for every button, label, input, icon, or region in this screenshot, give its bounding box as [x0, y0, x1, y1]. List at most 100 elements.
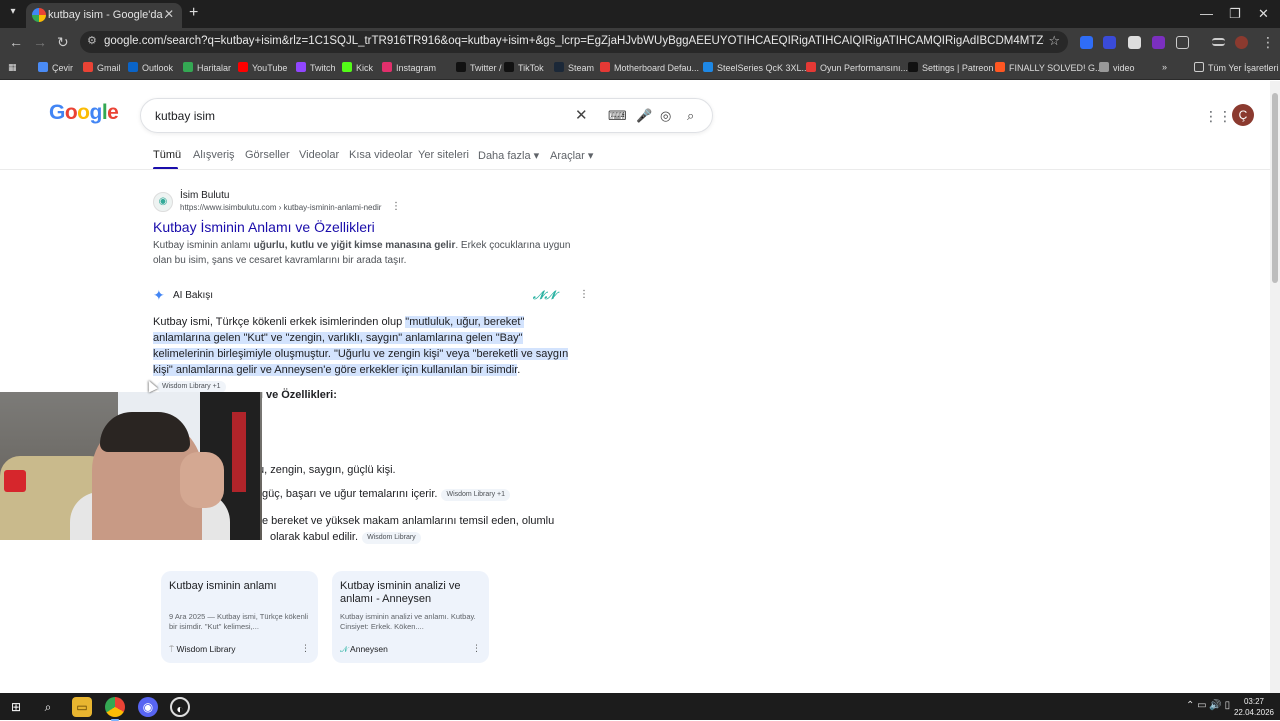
- bookmark-label: FINALLY SOLVED! G...: [1009, 63, 1103, 73]
- bookmark-item[interactable]: Twitter / X: [456, 62, 510, 73]
- extension-icon[interactable]: [1128, 36, 1141, 49]
- file-explorer-icon[interactable]: ▭: [72, 697, 92, 717]
- bookmark-item[interactable]: Outlook: [128, 62, 173, 73]
- search-input[interactable]: kutbay isim: [155, 109, 215, 123]
- bookmark-item[interactable]: Twitch: [296, 62, 336, 73]
- bookmark-favicon-icon: [382, 62, 392, 72]
- bookmark-label: Oyun Performansını...: [820, 63, 909, 73]
- ai-more-icon[interactable]: ⋮: [579, 289, 589, 300]
- bookmark-item[interactable]: Oyun Performansını...: [806, 62, 908, 73]
- ai-overview-text: Kutbay ismi, Türkçe kökenli erkek isimle…: [153, 314, 583, 394]
- lens-icon[interactable]: ◎: [660, 108, 671, 124]
- bookmark-label: Steam: [568, 63, 595, 73]
- bookmark-item[interactable]: Çevir: [38, 62, 73, 73]
- more-bookmarks-icon[interactable]: »: [1162, 62, 1167, 72]
- card-source-label: Anneysen: [350, 644, 388, 654]
- start-windows-icon[interactable]: ⊞: [6, 697, 26, 717]
- bookmark-favicon-icon: [908, 62, 918, 72]
- tab-images[interactable]: Görseller: [245, 149, 290, 161]
- new-tab-button[interactable]: +: [189, 4, 198, 22]
- bookmark-favicon-icon: [83, 62, 93, 72]
- address-bar[interactable]: ⚙ google.com/search?q=kutbay+isim&rlz=1C…: [80, 31, 1068, 53]
- bookmark-label: YouTube: [252, 63, 288, 73]
- source-chip[interactable]: Wisdom Library: [362, 532, 421, 544]
- search-box[interactable]: kutbay isim ✕ ⌨ 🎤 ◎ ⌕: [140, 98, 713, 133]
- bookmark-item[interactable]: Motherboard Defau...: [600, 62, 699, 73]
- restore-button[interactable]: ❐: [1229, 6, 1241, 22]
- bookmark-item[interactable]: FINALLY SOLVED! G...: [995, 62, 1103, 73]
- card-snippet: Kutbay isminin analizi ve anlamı. Kutbay…: [340, 612, 476, 631]
- menu-kebab-icon[interactable]: ⋮: [1261, 34, 1275, 51]
- site-name[interactable]: İsim Bulutu: [180, 190, 229, 201]
- card-source-label: Wisdom Library: [176, 644, 236, 654]
- page-scrollbar[interactable]: [1270, 81, 1280, 693]
- bookmark-star-icon[interactable]: ☆: [1048, 33, 1060, 49]
- bookmark-item[interactable]: Kick: [342, 62, 373, 73]
- all-bookmarks-folder[interactable]: Tüm Yer İşaretleri: [1194, 62, 1279, 73]
- site-url[interactable]: https://www.isimbulutu.com › kutbay-ismi…: [180, 203, 381, 212]
- search-icon[interactable]: ⌕: [38, 697, 58, 717]
- extensions-puzzle-icon[interactable]: [1176, 36, 1189, 49]
- minimize-button[interactable]: —: [1200, 6, 1213, 21]
- tab-shopping[interactable]: Alışveriş: [193, 149, 235, 161]
- discord-icon[interactable]: ◉: [138, 697, 158, 717]
- tab-short-videos[interactable]: Kısa videolar: [349, 149, 413, 161]
- bookmark-item[interactable]: video: [1099, 62, 1135, 73]
- bookmark-favicon-icon: [1099, 62, 1109, 72]
- source-chip[interactable]: Wisdom Library +1: [441, 489, 511, 501]
- clock-time: 03:27: [1243, 697, 1265, 706]
- tab-web[interactable]: Yer siteleri: [418, 149, 469, 161]
- card-more-icon[interactable]: ⋮: [301, 643, 310, 654]
- obs-icon[interactable]: ◐: [170, 697, 190, 717]
- extension-icon[interactable]: [1152, 36, 1165, 49]
- close-window-button[interactable]: ✕: [1258, 6, 1269, 22]
- apps-grid-icon[interactable]: ▦: [8, 62, 17, 73]
- bookmark-item[interactable]: Settings | Patreon: [908, 62, 993, 73]
- ai-sources-icon[interactable]: 𝒩𝒩: [533, 288, 556, 303]
- result-more-icon[interactable]: ⋮: [391, 201, 401, 212]
- bookmark-item[interactable]: YouTube: [238, 62, 287, 73]
- all-bookmarks-label: Tüm Yer İşaretleri: [1208, 63, 1279, 73]
- taskbar-clock[interactable]: 03:27 22.04.2026: [1232, 696, 1276, 718]
- bookmark-favicon-icon: [342, 62, 352, 72]
- extension-icon[interactable]: [1080, 36, 1093, 49]
- result-title-link[interactable]: Kutbay İsminin Anlamı ve Özellikleri: [153, 219, 375, 235]
- browser-toolbar: ← → ↻ ⚙ google.com/search?q=kutbay+isim&…: [0, 28, 1280, 56]
- bookmark-item[interactable]: TikTok: [504, 62, 544, 73]
- media-control-icon[interactable]: [1212, 38, 1225, 46]
- site-info-icon[interactable]: ⚙: [87, 34, 97, 47]
- close-tab-icon[interactable]: ✕: [164, 7, 174, 21]
- forward-button[interactable]: →: [33, 34, 47, 50]
- scrollbar-thumb[interactable]: [1272, 93, 1278, 283]
- tab-list-button[interactable]: ▾: [6, 6, 20, 20]
- voice-search-icon[interactable]: 🎤: [636, 108, 652, 124]
- browser-tab[interactable]: kutbay isim - Google'da Ara ✕: [26, 3, 182, 28]
- reload-button[interactable]: ↻: [57, 34, 69, 51]
- card-more-icon[interactable]: ⋮: [472, 643, 481, 654]
- bookmark-item[interactable]: Steam: [554, 62, 594, 73]
- keyboard-icon[interactable]: ⌨: [608, 108, 627, 124]
- google-logo[interactable]: Google: [49, 101, 119, 125]
- system-tray[interactable]: ⌃ ▭ 🔊 ▯: [1186, 700, 1230, 711]
- tab-title: kutbay isim - Google'da Ara: [48, 9, 166, 21]
- source-card[interactable]: Kutbay isminin analizi ve anlamı - Anney…: [332, 571, 489, 663]
- account-avatar[interactable]: Ç: [1232, 104, 1254, 126]
- profile-avatar-icon[interactable]: [1235, 36, 1248, 49]
- tab-videos[interactable]: Videolar: [299, 149, 339, 161]
- bookmark-item[interactable]: Haritalar: [183, 62, 231, 73]
- tab-all[interactable]: Tümü: [153, 149, 181, 161]
- ai-line-text: olarak kabul edilir.: [270, 531, 359, 543]
- bookmark-item[interactable]: Gmail: [83, 62, 121, 73]
- tab-more[interactable]: Daha fazla ▾: [478, 149, 539, 162]
- source-card[interactable]: Kutbay isminin anlamı 9 Ara 2025 — Kutba…: [161, 571, 318, 663]
- bookmark-item[interactable]: SteelSeries QcK 3XL...: [703, 62, 809, 73]
- clear-icon[interactable]: ✕: [575, 106, 588, 124]
- search-icon[interactable]: ⌕: [687, 108, 694, 124]
- card-title: Kutbay isminin analizi ve anlamı - Anney…: [340, 580, 461, 605]
- extension-icon[interactable]: [1103, 36, 1116, 49]
- bookmark-item[interactable]: Instagram: [382, 62, 436, 73]
- tab-tools[interactable]: Araçlar ▾: [550, 149, 593, 162]
- back-button[interactable]: ←: [9, 34, 23, 50]
- chrome-icon[interactable]: [105, 697, 125, 721]
- google-favicon-icon: [32, 8, 46, 22]
